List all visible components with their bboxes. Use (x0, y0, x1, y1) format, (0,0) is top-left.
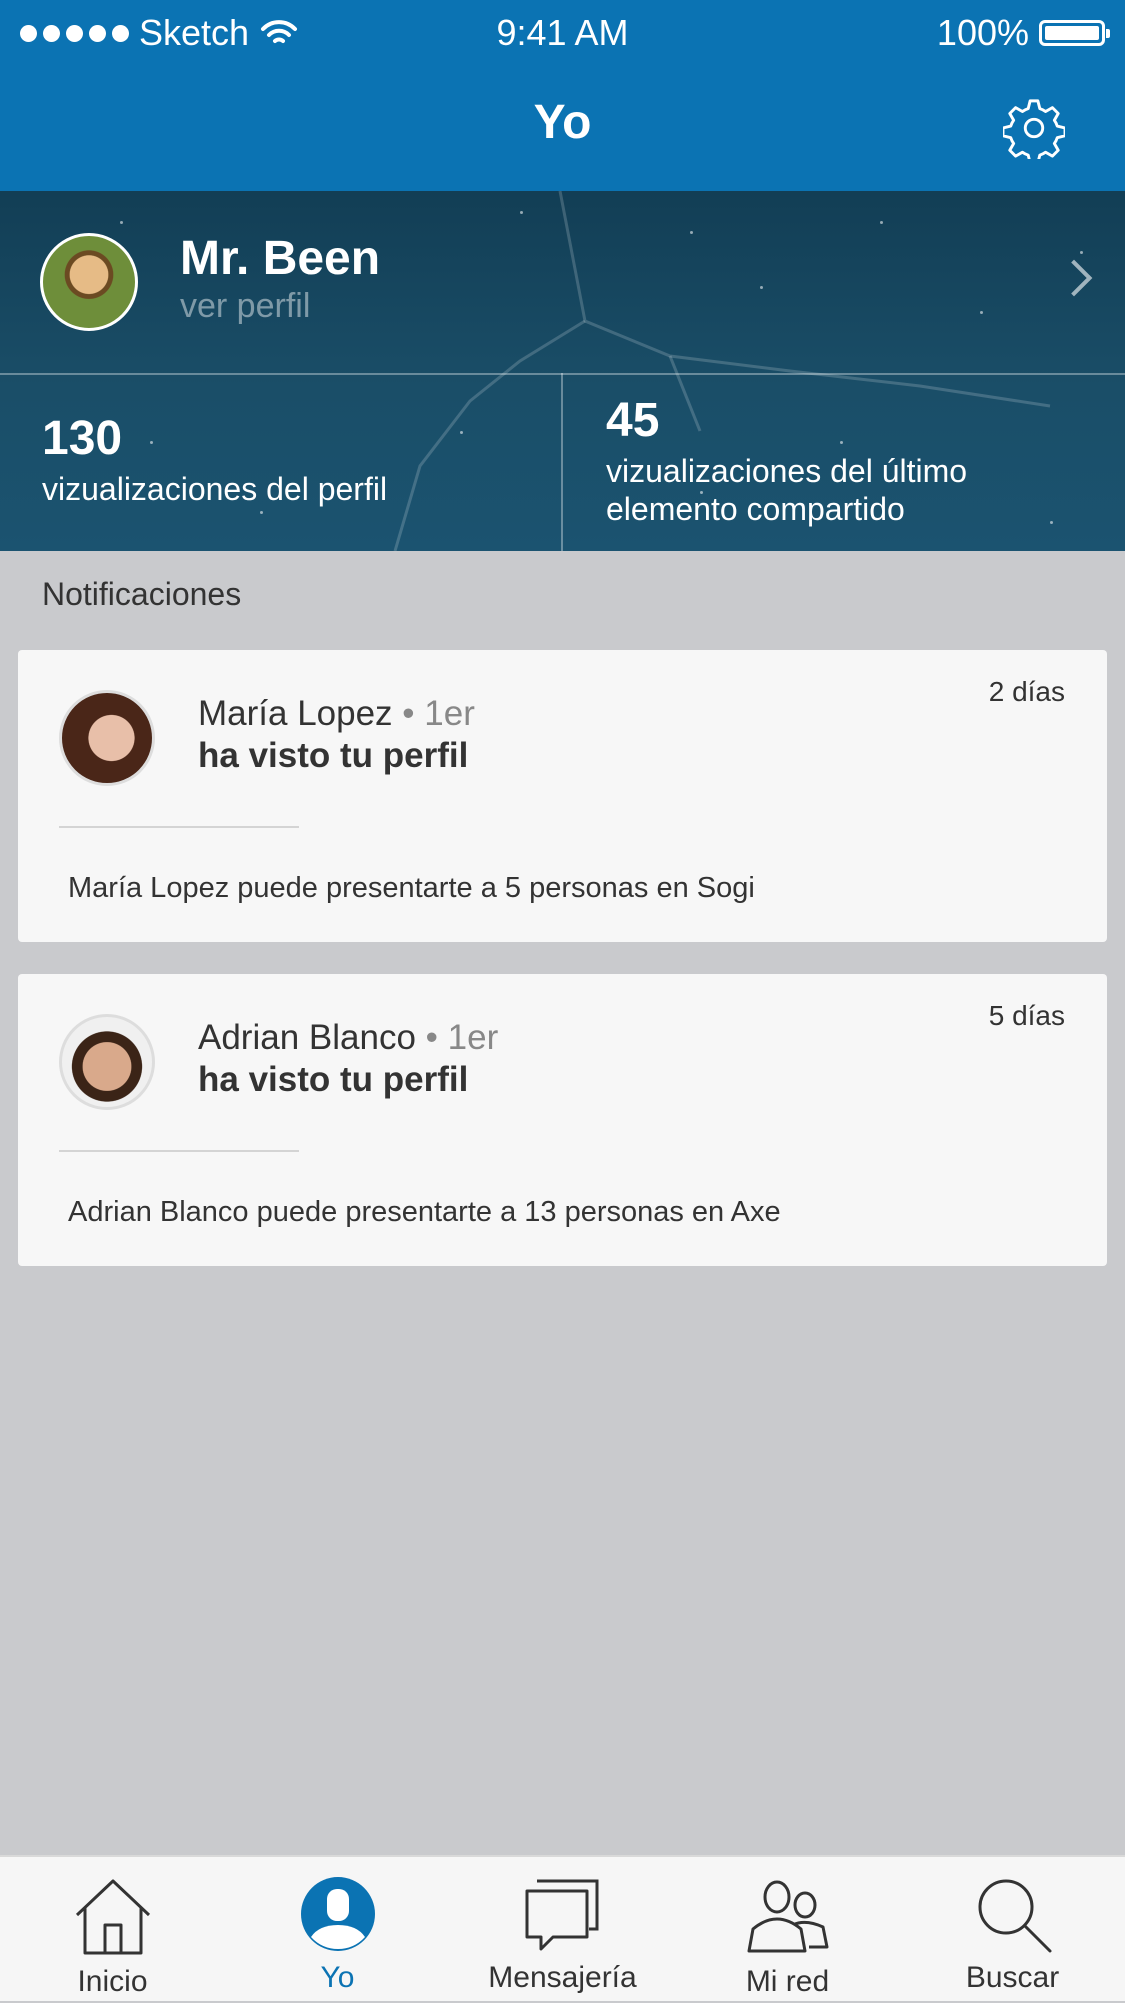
notification-name[interactable]: Adrian Blanco (198, 1018, 416, 1057)
home-icon (75, 1879, 150, 1955)
notification-card[interactable]: Adrian Blanco • 1er ha visto tu perfil 5… (18, 974, 1107, 1266)
connection-degree: 1er (424, 694, 475, 733)
notifications-heading: Notificaciones (42, 576, 242, 612)
profile-icon (300, 1877, 375, 1951)
shared-item-views-label-line2: elemento compartido (606, 491, 905, 527)
page-title: Yo (533, 96, 592, 149)
tab-label: Inicio (77, 1965, 148, 1998)
messages-icon (525, 1879, 598, 1951)
tab-inicio[interactable]: Inicio (0, 1857, 225, 2003)
divider (561, 373, 563, 551)
status-bar: Sketch 9:41 AM 100% (0, 0, 1125, 66)
tab-label: Yo (320, 1961, 355, 1994)
notification-action: ha visto tu perfil (198, 736, 469, 775)
network-icon (747, 1880, 828, 1953)
profile-header: Mr. Been ver perfil 130 vizualizaciones … (0, 191, 1125, 551)
chevron-right-icon (1055, 259, 1093, 297)
avatar (40, 233, 138, 331)
notification-time: 2 días (988, 676, 1065, 707)
notification-name[interactable]: María Lopez (198, 694, 393, 733)
connection-degree: 1er (447, 1018, 499, 1057)
top-bar: Sketch 9:41 AM 100% Yo (0, 0, 1125, 191)
tab-label: Mi red (745, 1965, 830, 1998)
avatar (59, 690, 155, 786)
tab-mensajeria[interactable]: Mensajería (450, 1857, 675, 2003)
tab-label: Buscar (965, 1961, 1060, 1994)
profile-views-label: vizualizaciones del perfil (42, 471, 388, 507)
battery-percent: 100% (936, 12, 1029, 53)
search-icon (978, 1879, 1051, 1953)
notification-message: Adrian Blanco puede presentarte a 13 per… (68, 1196, 781, 1228)
tab-label: Mensajería (488, 1961, 637, 1994)
tab-mi-red[interactable]: Mi red (675, 1857, 900, 2003)
tab-yo[interactable]: Yo (225, 1857, 450, 2003)
gear-icon[interactable] (1003, 97, 1065, 159)
profile-name: Mr. Been (180, 232, 381, 285)
divider (59, 826, 299, 828)
shared-item-views-label-line1: vizualizaciones del último (606, 453, 968, 489)
notification-time: 5 días (988, 1000, 1065, 1031)
tab-bar: Inicio Yo Mensajería Mi red Buscar (0, 1855, 1125, 2001)
notification-card[interactable]: María Lopez • 1er ha visto tu perfil 2 d… (18, 650, 1107, 942)
tab-buscar[interactable]: Buscar (900, 1857, 1125, 2003)
shared-item-views-count[interactable]: 45 (606, 393, 659, 448)
avatar (59, 1014, 155, 1110)
view-profile-row[interactable]: Mr. Been ver perfil (0, 191, 1125, 373)
battery-icon (1039, 20, 1110, 46)
profile-views-count[interactable]: 130 (42, 411, 122, 466)
divider (59, 1150, 299, 1152)
notification-message: María Lopez puede presentarte a 5 person… (68, 872, 755, 904)
notification-action: ha visto tu perfil (198, 1060, 469, 1099)
view-profile-link[interactable]: ver perfil (180, 287, 310, 326)
